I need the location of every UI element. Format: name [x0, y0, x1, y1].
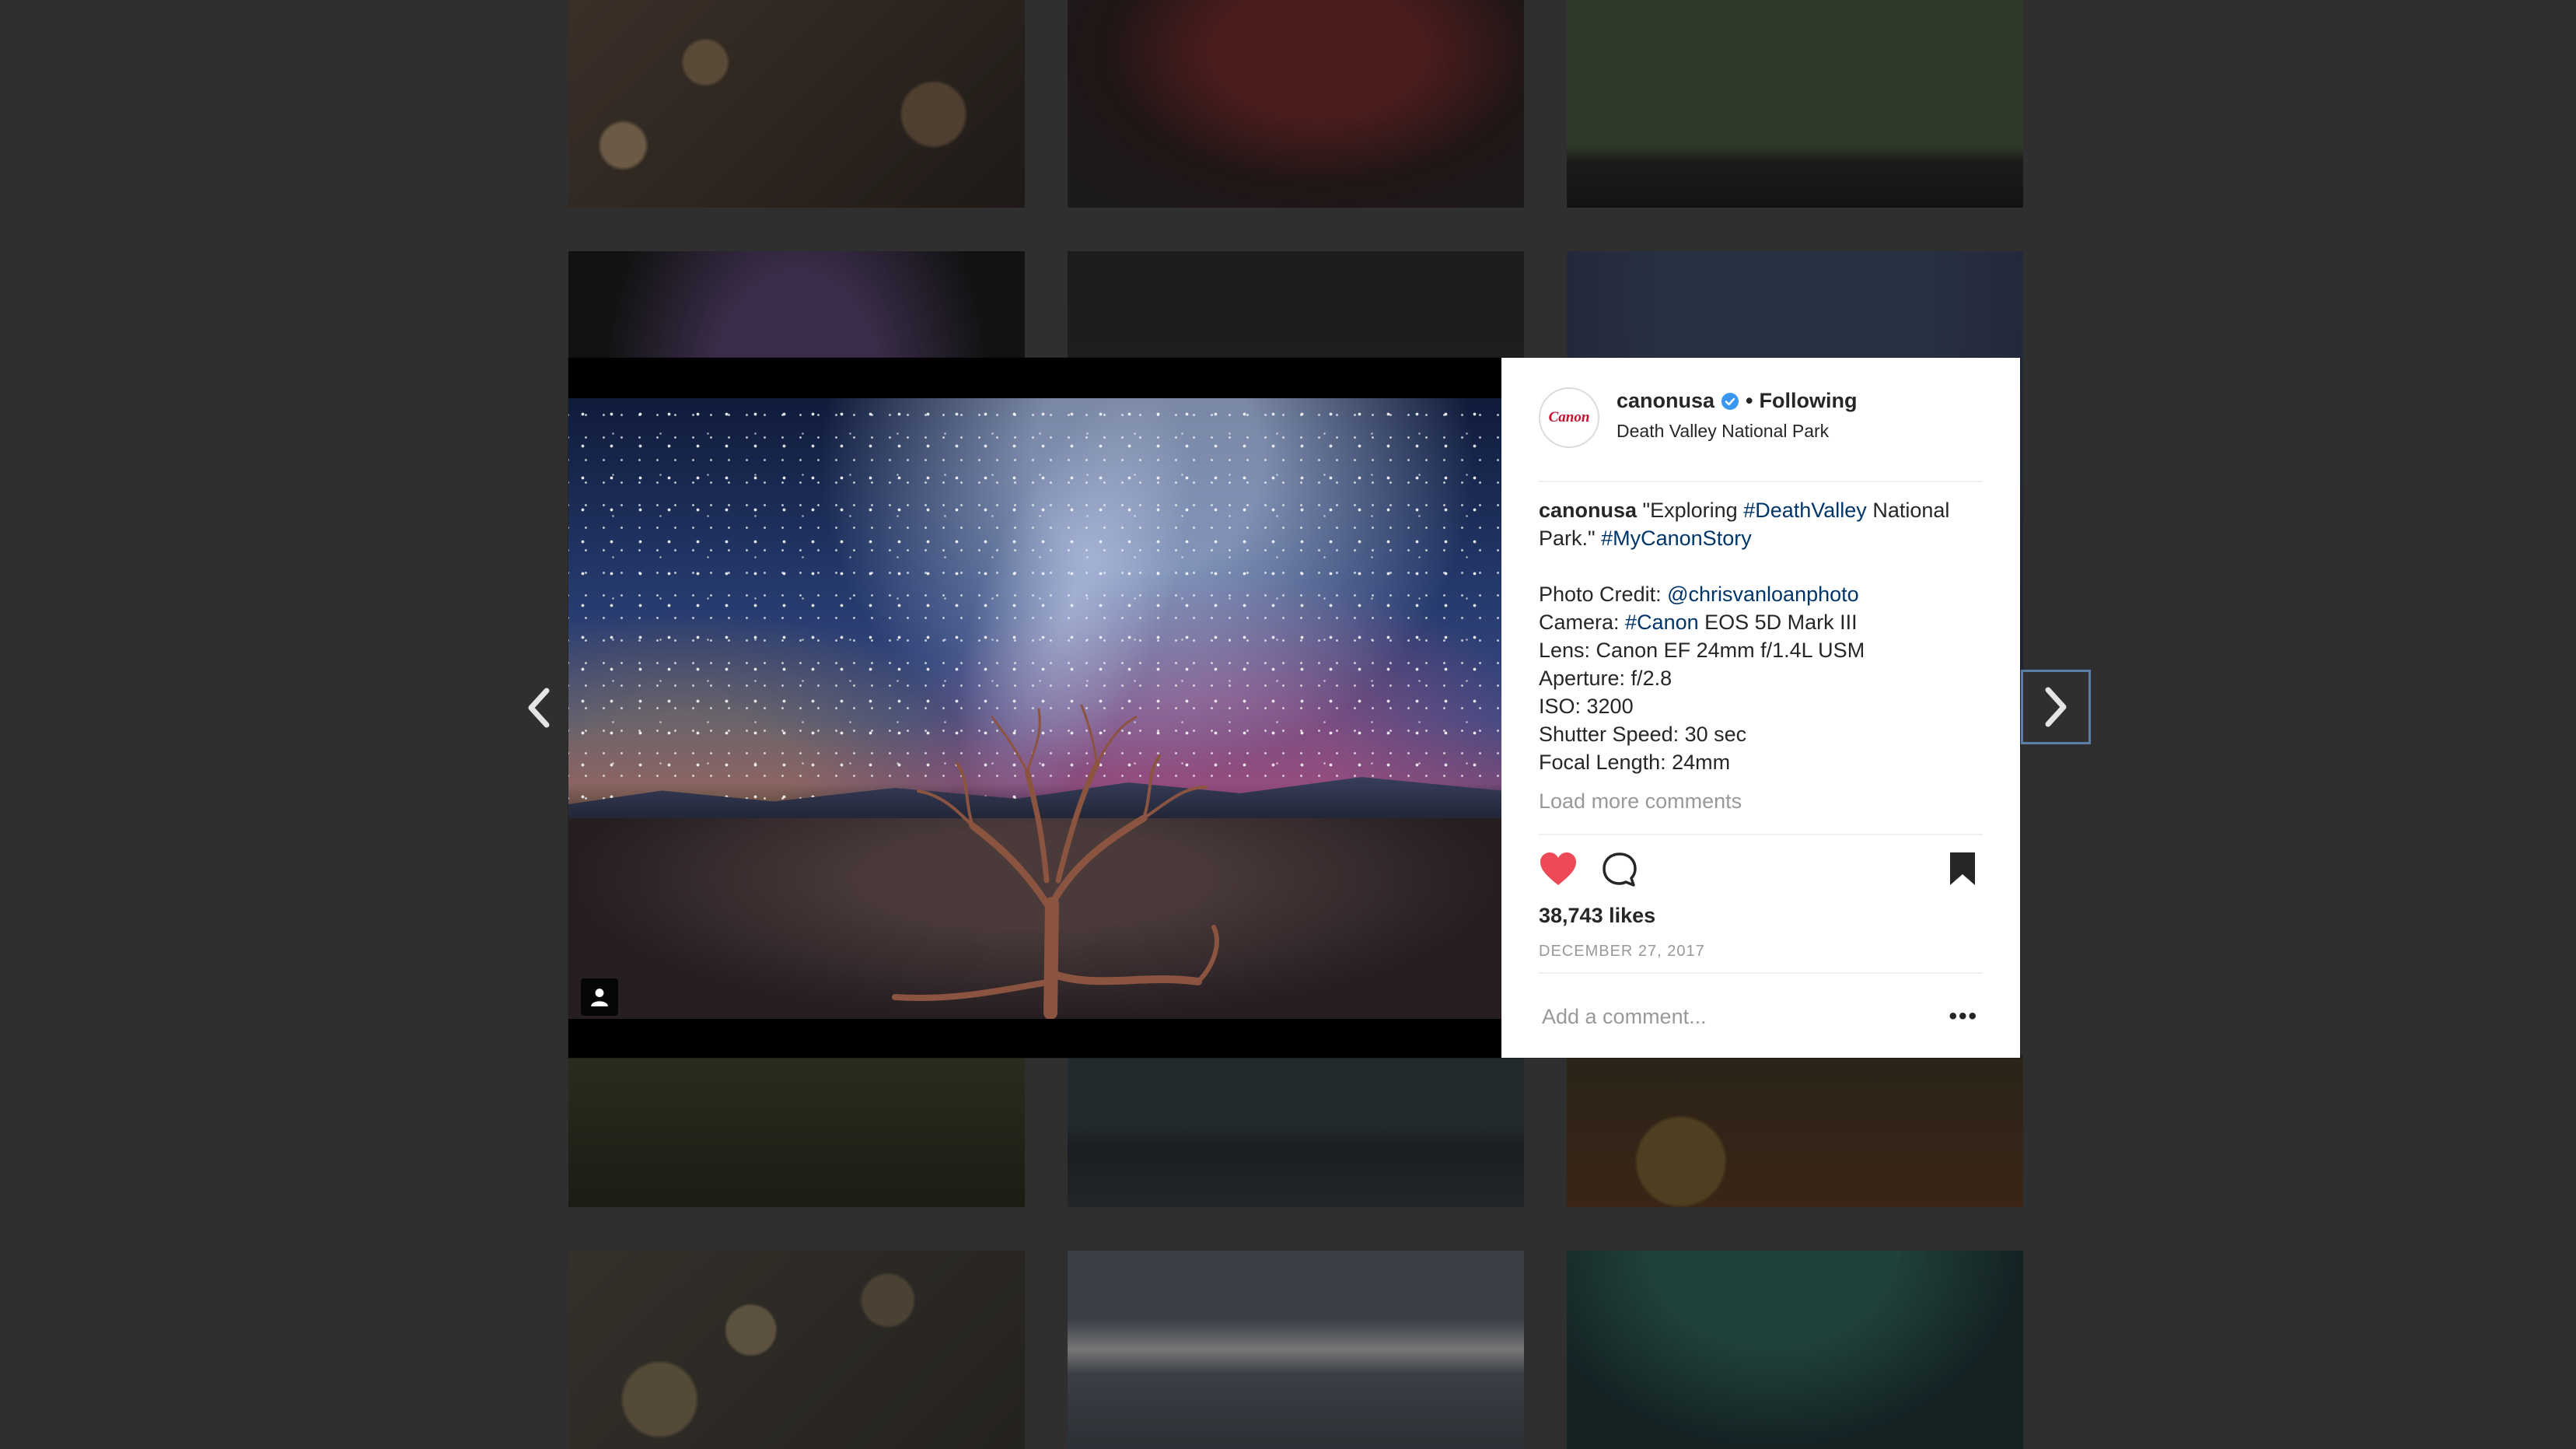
- grid-tile[interactable]: [1068, 1251, 1524, 1449]
- grid-tile[interactable]: [1068, 1055, 1524, 1207]
- caption-text: EOS 5D Mark III: [1698, 611, 1858, 634]
- add-comment-bar: •••: [1539, 972, 1983, 1059]
- post-media[interactable]: [568, 358, 1501, 1058]
- hashtag-link[interactable]: #DeathValley: [1743, 499, 1867, 522]
- post-date: DECEMBER 27, 2017: [1539, 943, 1705, 960]
- grid-tile[interactable]: [1567, 0, 2023, 208]
- header-line: canonusa • Following: [1617, 389, 1857, 413]
- post-caption: canonusa "Exploring #DeathValley Nationa…: [1539, 496, 1989, 776]
- hashtag-link[interactable]: #MyCanonStory: [1601, 527, 1752, 550]
- following-button[interactable]: Following: [1760, 389, 1858, 413]
- comment-icon[interactable]: [1601, 851, 1638, 888]
- separator-dot: •: [1746, 389, 1753, 412]
- caption-gap: [1539, 552, 1989, 580]
- caption-username[interactable]: canonusa: [1539, 499, 1637, 522]
- caption-text: "Exploring: [1637, 499, 1744, 522]
- bookmark-icon[interactable]: [1947, 851, 1978, 887]
- caption-line: canonusa "Exploring #DeathValley Nationa…: [1539, 496, 1989, 552]
- post-sidebar: Canon canonusa • Following Death Valley …: [1501, 358, 2020, 1058]
- chevron-right-icon: [2045, 687, 2067, 727]
- caption-line: Focal Length: 24mm: [1539, 751, 1731, 774]
- mention-link[interactable]: @chrisvanloanphoto: [1667, 583, 1859, 606]
- post-lightbox: Canon canonusa • Following Death Valley …: [568, 358, 2020, 1058]
- grid-tile[interactable]: [568, 0, 1025, 208]
- caption-line: ISO: 3200: [1539, 695, 1634, 718]
- caption-line: Aperture: f/2.8: [1539, 667, 1672, 690]
- user-tag-icon[interactable]: [581, 978, 618, 1016]
- verified-badge-icon: [1721, 392, 1739, 410]
- next-post-button[interactable]: [2021, 670, 2091, 744]
- header-text: canonusa • Following Death Valley Nation…: [1617, 389, 1857, 442]
- caption-text: Camera:: [1539, 611, 1626, 634]
- grid-tile[interactable]: [1068, 0, 1524, 208]
- dead-tree: [892, 704, 1219, 1019]
- avatar-logo-text: Canon: [1548, 409, 1590, 425]
- post-photo: [568, 398, 1501, 1019]
- grid-tile[interactable]: [1567, 1251, 2023, 1449]
- load-more-comments-link[interactable]: Load more comments: [1539, 789, 1742, 814]
- chevron-left-icon: [528, 688, 550, 728]
- add-comment-input[interactable]: [1539, 1004, 1934, 1029]
- grid-tile[interactable]: [568, 1055, 1025, 1207]
- likes-count[interactable]: 38,743 likes: [1539, 904, 1655, 928]
- username-link[interactable]: canonusa: [1617, 389, 1714, 413]
- heart-icon[interactable]: [1539, 851, 1578, 887]
- hashtag-link[interactable]: #Canon: [1625, 611, 1699, 634]
- caption-line: Camera: #Canon EOS 5D Mark III: [1539, 608, 1989, 636]
- caption-line: Shutter Speed: 30 sec: [1539, 723, 1747, 746]
- post-actions: 38,743 likes DECEMBER 27, 2017: [1539, 834, 1983, 975]
- location-link[interactable]: Death Valley National Park: [1617, 421, 1857, 442]
- avatar[interactable]: Canon: [1539, 387, 1599, 448]
- caption-line: Lens: Canon EF 24mm f/1.4L USM: [1539, 639, 1865, 662]
- caption-line: Photo Credit: @chrisvanloanphoto: [1539, 580, 1989, 608]
- post-header: Canon canonusa • Following Death Valley …: [1539, 387, 1983, 482]
- previous-post-button[interactable]: [504, 670, 574, 745]
- caption-text: Photo Credit:: [1539, 583, 1668, 606]
- more-options-icon[interactable]: •••: [1949, 1003, 1983, 1030]
- grid-tile[interactable]: [568, 1251, 1025, 1449]
- grid-tile[interactable]: [1567, 1055, 2023, 1207]
